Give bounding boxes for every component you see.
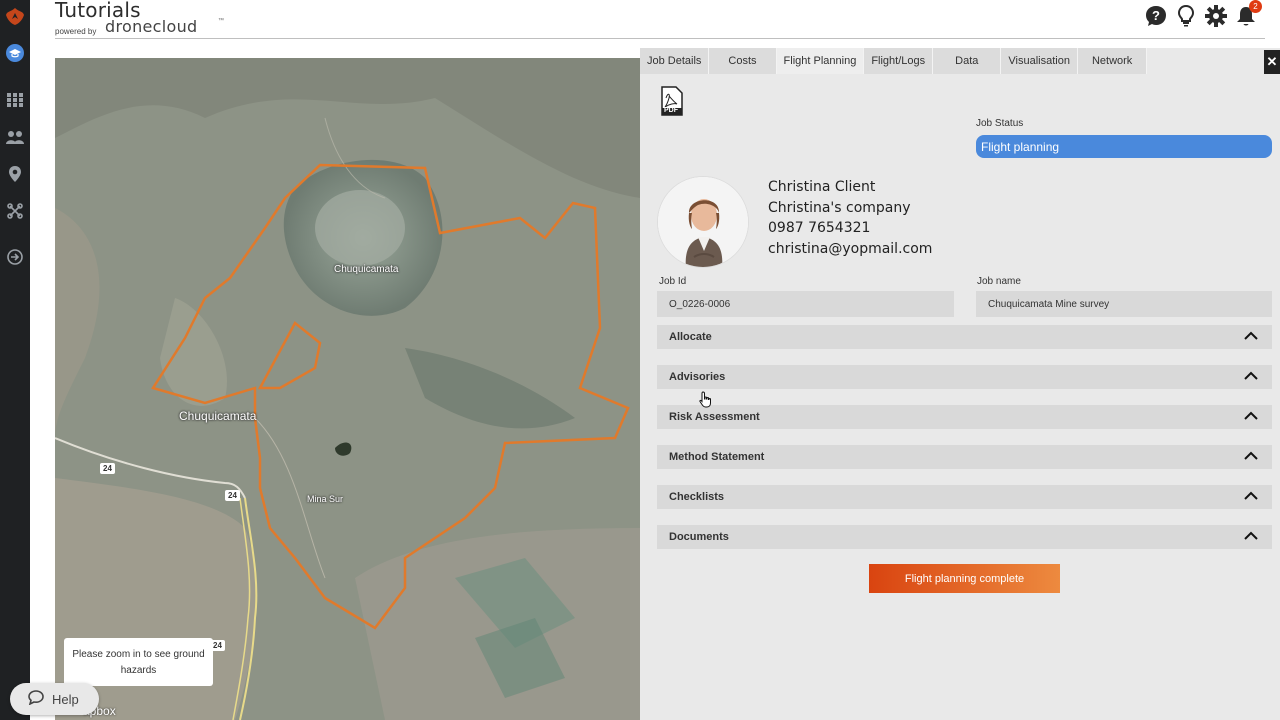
map-label-mina-sur: Mina Sur	[307, 494, 344, 504]
help-button[interactable]: Help	[10, 683, 99, 715]
section-label: Advisories	[669, 371, 726, 383]
svg-text:?: ?	[1152, 8, 1160, 23]
job-id-label: Job Id	[659, 276, 687, 287]
brand-logo-text: dronecloud	[105, 17, 198, 36]
header-actions: ? 2	[1144, 0, 1262, 29]
chat-bubble-icon	[28, 690, 44, 708]
client-avatar	[657, 176, 749, 268]
tab-costs[interactable]: Costs	[709, 48, 777, 74]
section-checklists[interactable]: Checklists	[657, 485, 1272, 509]
hand-cursor-icon	[699, 391, 713, 413]
tab-data[interactable]: Data	[933, 48, 1002, 74]
drone-icon[interactable]	[3, 199, 27, 223]
notification-bell-icon[interactable]: 2	[1234, 0, 1262, 29]
client-name: Christina Client	[768, 179, 876, 195]
satellite-map[interactable]: Chuquicamata Chuquicamata Mina Sur 24 24…	[55, 58, 640, 720]
graduation-cap-icon[interactable]	[3, 41, 27, 65]
section-label: Checklists	[669, 491, 725, 503]
job-status-label: Job Status	[976, 118, 1024, 129]
client-contact: Christina Client Christina's company 098…	[768, 177, 932, 260]
help-label: Help	[52, 691, 79, 707]
section-label: Allocate	[669, 331, 712, 343]
chevron-up-icon	[1244, 451, 1258, 460]
powered-by-text: powered by	[55, 27, 97, 36]
notification-count-badge: 2	[1249, 0, 1262, 13]
trademark-mark: ™	[218, 18, 224, 24]
section-label: Documents	[669, 531, 729, 543]
pdf-icon[interactable]: PDF	[660, 86, 684, 116]
job-panel: Job Details Costs Flight Planning Flight…	[640, 48, 1280, 720]
map-pin-icon[interactable]	[3, 162, 27, 186]
client-phone: 0987 7654321	[768, 220, 871, 237]
route-label-24: 24	[213, 641, 222, 650]
help-question-icon[interactable]: ?	[1144, 3, 1168, 29]
map-label-pit: Chuquicamata	[334, 264, 399, 275]
tab-flight-logs[interactable]: Flight/Logs	[864, 48, 934, 74]
section-label: Method Statement	[669, 451, 765, 463]
panel-tabs: Job Details Costs Flight Planning Flight…	[640, 48, 1148, 74]
close-panel-button[interactable]: ✕	[1264, 50, 1280, 74]
lightbulb-icon[interactable]	[1174, 3, 1198, 29]
job-name-field[interactable]: Chuquicamata Mine survey	[976, 291, 1272, 317]
logout-icon[interactable]	[3, 245, 27, 269]
chevron-up-icon	[1244, 411, 1258, 420]
section-advisories[interactable]: Advisories	[657, 365, 1272, 389]
map-imagery	[55, 58, 640, 720]
job-id-field[interactable]: O_0226-0006	[657, 291, 954, 317]
tab-flight-planning[interactable]: Flight Planning	[776, 48, 865, 74]
route-label-24: 24	[228, 491, 237, 500]
section-method-statement[interactable]: Method Statement	[657, 445, 1272, 469]
client-email[interactable]: christina@yopmail.com	[768, 239, 932, 260]
client-company: Christina's company	[768, 199, 911, 216]
section-label: Risk Assessment	[669, 411, 760, 423]
header-divider	[55, 38, 1265, 39]
flight-planning-complete-button[interactable]: Flight planning complete	[869, 564, 1060, 593]
logo-icon[interactable]	[3, 4, 27, 28]
tab-job-details[interactable]: Job Details	[640, 48, 710, 74]
grid-icon[interactable]	[3, 88, 27, 112]
zoom-hint-tooltip: Please zoom in to see ground hazards	[64, 638, 213, 686]
map-label-town: Chuquicamata	[179, 409, 257, 423]
tab-visualisation[interactable]: Visualisation	[1001, 48, 1078, 74]
section-documents[interactable]: Documents	[657, 525, 1272, 549]
gear-icon[interactable]	[1204, 3, 1228, 29]
job-status-select[interactable]: Flight planning	[976, 135, 1272, 158]
job-name-label: Job name	[977, 276, 1021, 287]
team-icon[interactable]	[3, 125, 27, 149]
section-allocate[interactable]: Allocate	[657, 325, 1272, 349]
chevron-up-icon	[1244, 491, 1258, 500]
tab-network[interactable]: Network	[1077, 48, 1148, 74]
chevron-up-icon	[1244, 331, 1258, 340]
left-rail	[0, 0, 30, 720]
route-label-24: 24	[103, 464, 112, 473]
top-header: Tutorials powered by dronecloud ™ ? 2	[30, 0, 1280, 40]
chevron-up-icon	[1244, 371, 1258, 380]
chevron-up-icon	[1244, 531, 1258, 540]
pdf-label: PDF	[664, 107, 678, 114]
section-risk-assessment[interactable]: Risk Assessment	[657, 405, 1272, 429]
